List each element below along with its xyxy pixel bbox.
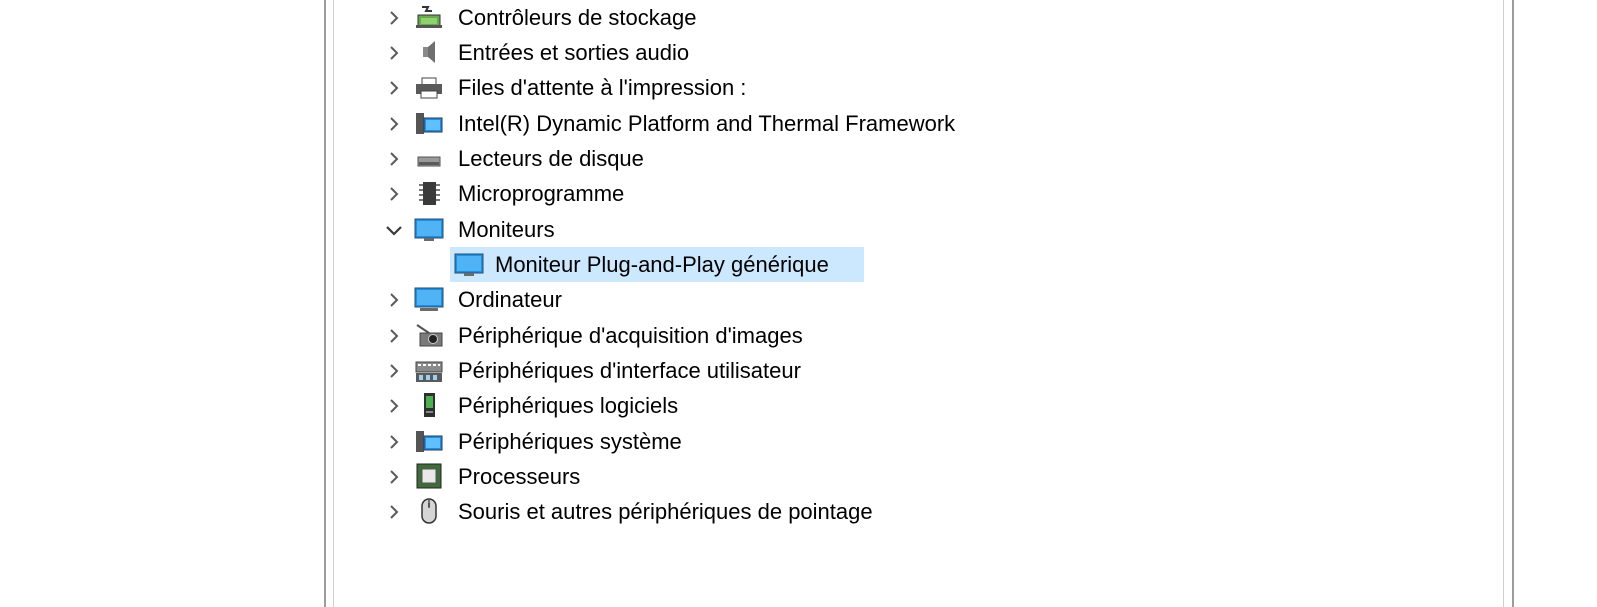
chevron-right-icon[interactable]: [384, 467, 404, 487]
right-border-inner: [1503, 0, 1504, 607]
tree-item-label: Microprogramme: [458, 181, 625, 206]
tree-item-label: Périphériques système: [458, 429, 682, 454]
tree-item-label: Ordinateur: [458, 287, 562, 312]
printer-icon: [416, 77, 442, 99]
tree-item-label: Processeurs: [458, 464, 581, 489]
system-device-icon: [416, 431, 443, 452]
tree-item-label: Files d'attente à l'impression :: [458, 75, 747, 100]
left-border: [324, 0, 326, 607]
chevron-right-icon[interactable]: [384, 290, 404, 310]
left-border-inner: [333, 0, 334, 607]
chevron-right-icon[interactable]: [384, 184, 404, 204]
hid-keyboard-icon: [415, 361, 443, 382]
chevron-right-icon[interactable]: [384, 8, 404, 28]
chevron-right-icon[interactable]: [384, 149, 404, 169]
disk-drive-icon: [417, 156, 441, 167]
chevron-right-icon[interactable]: [384, 361, 404, 381]
tree-item-label: Périphériques d'interface utilisateur: [458, 358, 801, 383]
monitor-icon: [454, 253, 484, 276]
tree-item-label: Périphériques logiciels: [458, 393, 679, 418]
tree-item-label: Intel(R) Dynamic Platform and Thermal Fr…: [458, 111, 956, 136]
tree-item-generic-pnp-monitor[interactable]: Moniteur Plug-and-Play générique: [450, 247, 864, 282]
system-device-icon: [416, 113, 443, 134]
tree-item-label: Périphérique d'acquisition d'images: [458, 323, 803, 348]
tree-item-label: Moniteurs: [458, 217, 555, 242]
chevron-right-icon[interactable]: [384, 326, 404, 346]
camera-icon: [416, 324, 443, 347]
processor-icon: [416, 463, 442, 489]
monitor-icon: [414, 218, 444, 241]
speaker-icon: [423, 41, 435, 63]
chevron-right-icon[interactable]: [384, 78, 404, 98]
chevron-right-icon[interactable]: [384, 43, 404, 63]
tree-item-label: Entrées et sorties audio: [458, 40, 690, 65]
firmware-chip-icon: [419, 182, 440, 205]
software-device-icon: [424, 393, 435, 417]
storage-controller-icon: [416, 6, 442, 28]
chevron-right-icon[interactable]: [384, 502, 404, 522]
chevron-down-icon[interactable]: [384, 220, 404, 240]
tree-item-label: Souris et autres périphériques de pointa…: [458, 499, 873, 524]
chevron-right-icon[interactable]: [384, 432, 404, 452]
right-scrollbar-border[interactable]: [1512, 0, 1514, 607]
chevron-right-icon[interactable]: [384, 114, 404, 134]
chevron-right-icon[interactable]: [384, 396, 404, 416]
mouse-icon: [421, 498, 437, 524]
tree-item-label: Contrôleurs de stockage: [458, 5, 697, 30]
tree-item-label: Moniteur Plug-and-Play générique: [495, 252, 829, 277]
computer-icon: [414, 287, 444, 311]
tree-item-label: Lecteurs de disque: [458, 146, 644, 171]
